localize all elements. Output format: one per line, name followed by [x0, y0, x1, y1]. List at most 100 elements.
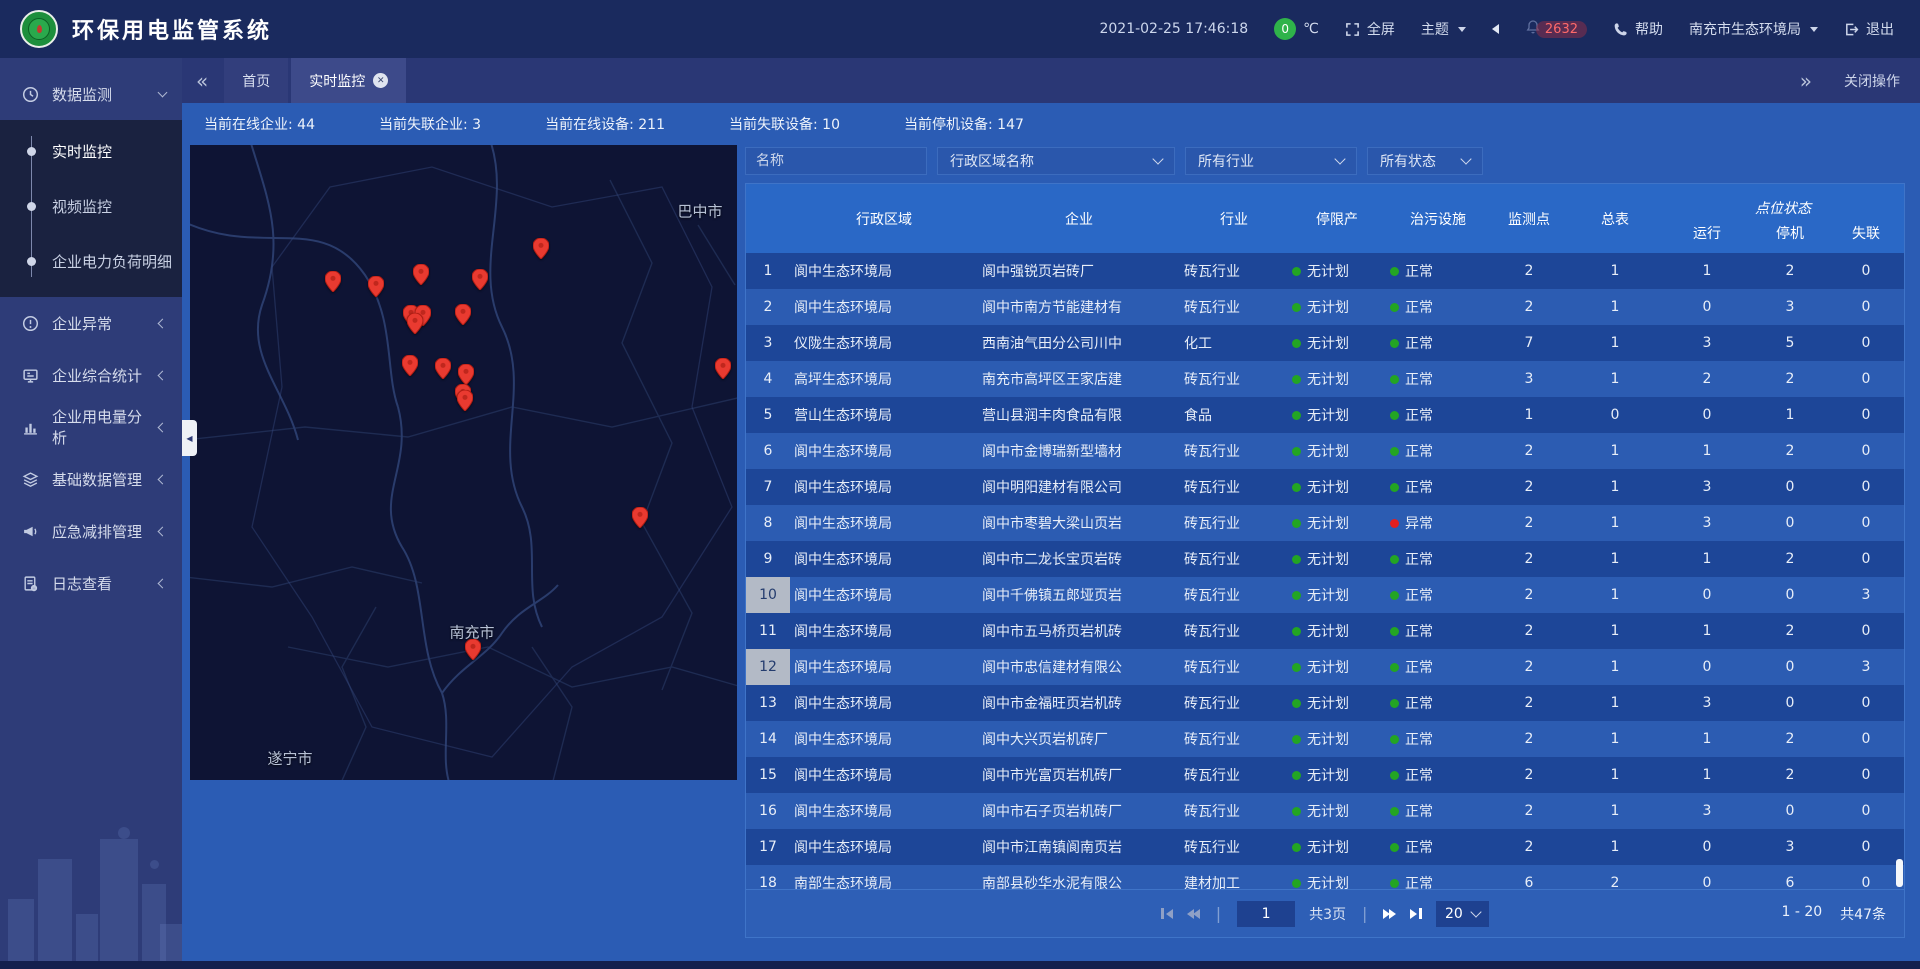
status-dot-icon [1390, 663, 1399, 672]
map-pin-icon[interactable] [465, 639, 481, 660]
table-row[interactable]: 14阆中生态环境局阆中大兴页岩机砖厂砖瓦行业无计划正常21120 [746, 721, 1904, 757]
cell-monitor-count: 6 [1490, 875, 1568, 889]
sidebar-item-log-view[interactable]: 日志查看 [0, 557, 182, 609]
table-row[interactable]: 2阆中生态环境局阆中市南方节能建材有砖瓦行业无计划正常21030 [746, 289, 1904, 325]
table-row[interactable]: 15阆中生态环境局阆中市光富页岩机砖厂砖瓦行业无计划正常21120 [746, 757, 1904, 793]
cell-company: 阆中市五马桥页岩机砖 [978, 621, 1180, 641]
map-pin-icon[interactable] [455, 304, 471, 325]
next-page-icon[interactable] [1383, 909, 1396, 919]
cell-industry: 建材加工 [1180, 873, 1288, 889]
chevron-left-icon [158, 526, 168, 536]
table-row[interactable]: 18南部生态环境局南部县砂华水泥有限公建材加工无计划正常62060 [746, 865, 1904, 889]
status-dot-icon [1390, 339, 1399, 348]
column-header: 总表 [1568, 184, 1662, 253]
cell-company: 阆中明阳建材有限公司 [978, 477, 1180, 497]
tab-home[interactable]: 首页 [224, 58, 288, 103]
map-pin-icon[interactable] [325, 271, 341, 292]
map-pin-icon[interactable] [407, 313, 423, 334]
sidebar-collapse-button[interactable] [182, 420, 197, 456]
status-dot-icon [1292, 555, 1301, 564]
top-header: 环保用电监管系统 2021-02-25 17:46:18 0 ℃ 全屏 主题 2… [0, 0, 1920, 58]
filter-bar: 行政区域名称 所有行业 所有状态 [745, 147, 1905, 175]
table-row[interactable]: 17阆中生态环境局阆中市江南镇阆南页岩砖瓦行业无计划正常21030 [746, 829, 1904, 865]
mute-button[interactable] [1492, 24, 1499, 34]
table-row[interactable]: 1阆中生态环境局阆中强锐页岩砖厂砖瓦行业无计划正常21120 [746, 253, 1904, 289]
map-pin-icon[interactable] [457, 390, 473, 411]
map-panel[interactable]: 巴中市南充市遂宁市 [190, 145, 737, 780]
close-tab-icon[interactable] [373, 73, 388, 88]
table-row[interactable]: 7阆中生态环境局阆中明阳建材有限公司砖瓦行业无计划正常21300 [746, 469, 1904, 505]
map-pin-icon[interactable] [458, 364, 474, 385]
map-pin-icon[interactable] [435, 358, 451, 379]
close-operations-button[interactable]: 关闭操作 [1844, 71, 1900, 91]
tabs-scroll-right-icon[interactable] [1800, 71, 1812, 91]
sidebar-item-realtime-monitoring[interactable]: 实时监控 [0, 124, 182, 179]
tab-realtime-monitoring[interactable]: 实时监控 [291, 58, 406, 103]
table-row[interactable]: 4高坪生态环境局南充市高坪区王家店建砖瓦行业无计划正常31220 [746, 361, 1904, 397]
first-page-icon[interactable] [1161, 908, 1173, 919]
org-dropdown[interactable]: 南充市生态环境局 [1689, 19, 1818, 39]
table-row[interactable]: 6阆中生态环境局阆中市金博瑞新型墙材砖瓦行业无计划正常21120 [746, 433, 1904, 469]
table-row[interactable]: 10阆中生态环境局阆中千佛镇五郎垭页岩砖瓦行业无计划正常21003 [746, 577, 1904, 613]
cell-company: 阆中市江南镇阆南页岩 [978, 837, 1180, 857]
cell-facility-status: 正常 [1386, 549, 1490, 569]
page-number-input[interactable]: 1 [1237, 901, 1295, 927]
page-size-select[interactable]: 20 [1436, 901, 1489, 927]
table-row[interactable]: 9阆中生态环境局阆中市二龙长宝页岩砖砖瓦行业无计划正常21120 [746, 541, 1904, 577]
notification-bell[interactable]: 2632 [1525, 19, 1587, 39]
sidebar-item-enterprise-statistics[interactable]: 企业综合统计 [0, 349, 182, 401]
table-row[interactable]: 13阆中生态环境局阆中市金福旺页岩机砖砖瓦行业无计划正常21300 [746, 685, 1904, 721]
map-pin-icon[interactable] [715, 358, 731, 379]
table-row[interactable]: 11阆中生态环境局阆中市五马桥页岩机砖砖瓦行业无计划正常21120 [746, 613, 1904, 649]
sidebar-item-power-load-detail[interactable]: 企业电力负荷明细 [0, 234, 182, 289]
cell-lost-count: 3 [1828, 659, 1904, 675]
table-row[interactable]: 8阆中生态环境局阆中市枣碧大梁山页岩砖瓦行业无计划异常21300 [746, 505, 1904, 541]
range-label: 1 - 20 [1781, 904, 1822, 924]
cell-halted-count: 0 [1752, 587, 1828, 603]
cell-facility-status: 正常 [1386, 657, 1490, 677]
sidebar-item-emergency-reduction[interactable]: 应急减排管理 [0, 505, 182, 557]
sidebar-item-base-data-management[interactable]: 基础数据管理 [0, 453, 182, 505]
status-dot-icon [1390, 303, 1399, 312]
sidebar-item-video-monitoring[interactable]: 视频监控 [0, 179, 182, 234]
last-page-icon[interactable] [1410, 908, 1422, 919]
cell-company: 南部县砂华水泥有限公 [978, 873, 1180, 889]
cell-monitor-count: 2 [1490, 479, 1568, 495]
table-row[interactable]: 3仪陇生态环境局西南油气田分公司川中化工无计划正常71350 [746, 325, 1904, 361]
map-pin-icon[interactable] [413, 264, 429, 285]
cell-facility-status: 正常 [1386, 873, 1490, 889]
status-dot-icon [1390, 375, 1399, 384]
status-select[interactable]: 所有状态 [1367, 147, 1483, 175]
map-pin-icon[interactable] [472, 269, 488, 290]
cell-lost-count: 0 [1828, 479, 1904, 495]
map-pin-icon[interactable] [533, 238, 549, 259]
logout-button[interactable]: 退出 [1844, 19, 1894, 39]
map-pin-icon[interactable] [402, 355, 418, 376]
table-row[interactable]: 12阆中生态环境局阆中市忠信建材有限公砖瓦行业无计划正常21003 [746, 649, 1904, 685]
cell-region: 阆中生态环境局 [790, 657, 978, 677]
sidebar-item-enterprise-abnormal[interactable]: 企业异常 [0, 297, 182, 349]
help-button[interactable]: 帮助 [1613, 19, 1663, 39]
theme-dropdown[interactable]: 主题 [1421, 19, 1466, 39]
tabs-scroll-left-icon[interactable] [196, 71, 208, 91]
prev-page-icon[interactable] [1187, 909, 1200, 919]
fullscreen-button[interactable]: 全屏 [1345, 19, 1395, 39]
table-row[interactable]: 16阆中生态环境局阆中市石子页岩机砖厂砖瓦行业无计划正常21300 [746, 793, 1904, 829]
cell-stop-status: 无计划 [1288, 333, 1386, 353]
map-pin-icon[interactable] [368, 276, 384, 297]
cell-facility-status: 正常 [1386, 837, 1490, 857]
cell-meter-count: 1 [1568, 767, 1662, 783]
industry-select[interactable]: 所有行业 [1185, 147, 1357, 175]
status-dot-icon [1292, 483, 1301, 492]
table-row[interactable]: 5营山生态环境局营山县润丰肉食品有限食品无计划正常10010 [746, 397, 1904, 433]
name-filter-input[interactable] [745, 147, 927, 175]
region-select[interactable]: 行政区域名称 [937, 147, 1175, 175]
row-number: 17 [746, 829, 790, 865]
sidebar-item-power-usage-analysis[interactable]: 企业用电量分析 [0, 401, 182, 453]
cell-meter-count: 1 [1568, 587, 1662, 603]
board-icon [22, 367, 39, 384]
sidebar-item-data-monitoring[interactable]: 数据监测 [0, 68, 182, 120]
map-pin-icon[interactable] [632, 507, 648, 528]
scrollbar-thumb[interactable] [1896, 859, 1903, 887]
cell-meter-count: 1 [1568, 839, 1662, 855]
